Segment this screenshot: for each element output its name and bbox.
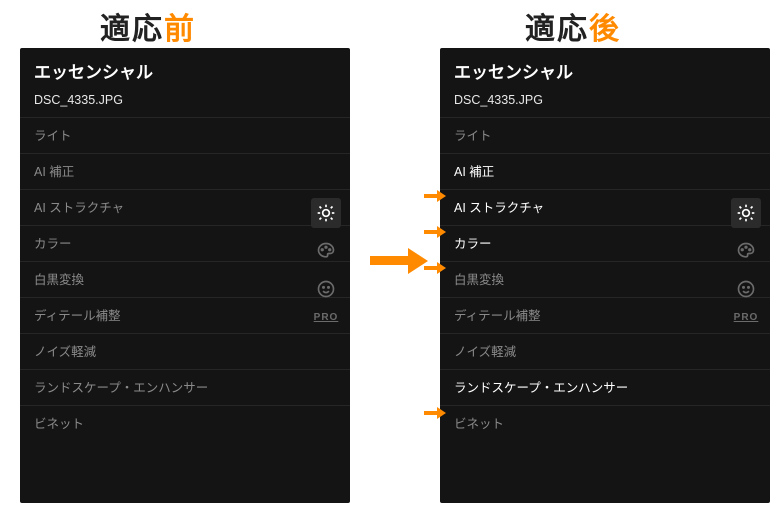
row-label: ランドスケープ・エンハンサー: [34, 381, 208, 395]
row-label: ランドスケープ・エンハンサー: [454, 381, 628, 395]
heading-after-prefix: 適応: [525, 13, 589, 46]
arrow-indicator-icon: [424, 226, 448, 238]
row-ai-correction[interactable]: AI 補正: [440, 153, 770, 189]
heading-before: 適応前: [100, 4, 196, 48]
arrow-indicator-icon: [424, 262, 448, 274]
icon-rail: PRO: [728, 198, 764, 323]
row-label: ディテール補整: [34, 309, 121, 323]
pro-badge[interactable]: PRO: [311, 312, 341, 323]
face-icon[interactable]: [731, 274, 761, 304]
row-label: AI ストラクチャ: [34, 201, 124, 215]
row-landscape[interactable]: ランドスケープ・エンハンサー: [20, 369, 350, 405]
row-label: ビネット: [34, 417, 84, 431]
panel-filename: DSC_4335.JPG: [440, 89, 770, 117]
row-label: 白黒変換: [454, 273, 504, 287]
panel-before: エッセンシャル DSC_4335.JPG ライト AI 補正 AI ストラクチャ…: [20, 48, 350, 503]
row-label: ノイズ軽減: [454, 345, 516, 359]
row-light[interactable]: ライト: [440, 117, 770, 153]
row-detail[interactable]: ディテール補整: [440, 297, 770, 333]
panel-filename: DSC_4335.JPG: [20, 89, 350, 117]
arrow-indicator-icon: [424, 407, 448, 419]
row-label: ノイズ軽減: [34, 345, 96, 359]
row-color[interactable]: カラー: [440, 225, 770, 261]
row-vignette[interactable]: ビネット: [440, 405, 770, 441]
row-detail[interactable]: ディテール補整: [20, 297, 350, 333]
arrow-large-icon: [370, 250, 430, 272]
brightness-icon[interactable]: [311, 198, 341, 228]
face-icon[interactable]: [311, 274, 341, 304]
row-landscape[interactable]: ランドスケープ・エンハンサー: [440, 369, 770, 405]
row-label: ディテール補整: [454, 309, 541, 323]
row-bw[interactable]: 白黒変換: [440, 261, 770, 297]
row-ai-correction[interactable]: AI 補正: [20, 153, 350, 189]
panel-title: エッセンシャル: [20, 48, 350, 89]
palette-icon[interactable]: [311, 236, 341, 266]
heading-after: 適応後: [525, 4, 621, 48]
row-ai-structure[interactable]: AI ストラクチャ: [440, 189, 770, 225]
row-label: AI 補正: [34, 165, 74, 179]
row-light[interactable]: ライト: [20, 117, 350, 153]
row-label: AI ストラクチャ: [454, 201, 544, 215]
row-label: ライト: [34, 129, 72, 143]
row-noise[interactable]: ノイズ軽減: [20, 333, 350, 369]
row-label: ライト: [454, 129, 492, 143]
row-noise[interactable]: ノイズ軽減: [440, 333, 770, 369]
row-ai-structure[interactable]: AI ストラクチャ: [20, 189, 350, 225]
brightness-icon[interactable]: [731, 198, 761, 228]
arrow-indicator-icon: [424, 190, 448, 202]
palette-icon[interactable]: [731, 236, 761, 266]
heading-before-prefix: 適応: [100, 13, 164, 46]
panel-title: エッセンシャル: [440, 48, 770, 89]
row-label: AI 補正: [454, 165, 494, 179]
row-label: カラー: [454, 237, 492, 251]
row-label: ビネット: [454, 417, 504, 431]
row-label: 白黒変換: [34, 273, 84, 287]
heading-after-accent: 後: [589, 13, 621, 46]
pro-badge[interactable]: PRO: [731, 312, 761, 323]
row-vignette[interactable]: ビネット: [20, 405, 350, 441]
row-bw[interactable]: 白黒変換: [20, 261, 350, 297]
row-label: カラー: [34, 237, 72, 251]
row-color[interactable]: カラー: [20, 225, 350, 261]
heading-before-accent: 前: [164, 13, 196, 46]
icon-rail: PRO: [308, 198, 344, 323]
panel-after: エッセンシャル DSC_4335.JPG ライト AI 補正 AI ストラクチャ…: [440, 48, 770, 503]
